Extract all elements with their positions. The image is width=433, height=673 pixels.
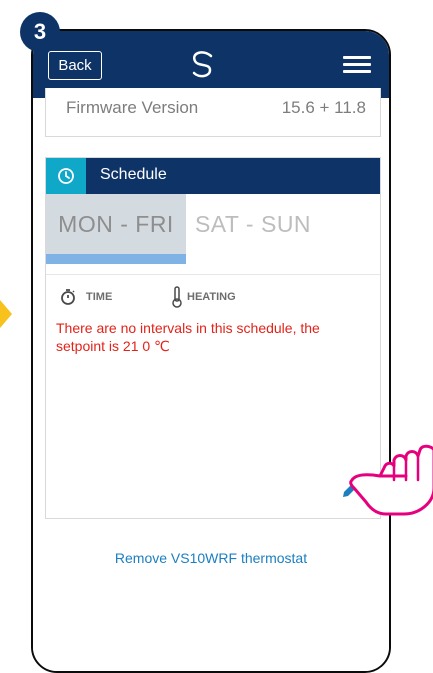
schedule-title: Schedule (100, 166, 167, 183)
s-logo-icon (192, 51, 213, 78)
tab-sat-sun[interactable]: SAT - SUN (188, 194, 318, 254)
schedule-header: Schedule (46, 158, 380, 194)
back-button[interactable]: Back (48, 51, 102, 80)
schedule-card: Schedule MON - FRI SAT - SUN TIME HEATIN… (45, 157, 381, 519)
firmware-card: Firmware Version 15.6 + 11.8 (45, 88, 381, 137)
step-number-badge: 3 (20, 12, 60, 52)
time-label: TIME (86, 291, 113, 303)
time-column-header: TIME (60, 288, 112, 306)
firmware-label: Firmware Version (66, 98, 199, 117)
pointing-hand-icon (349, 444, 433, 516)
phone-frame: Back Firmware Version 15.6 + 11.8 Schedu… (31, 29, 391, 673)
divider (46, 274, 380, 275)
active-tab-indicator (46, 254, 186, 264)
page-content: Firmware Version 15.6 + 11.8 Schedule MO… (33, 88, 389, 671)
remove-thermostat-link[interactable]: Remove VS10WRF thermostat (33, 550, 389, 566)
heating-label: HEATING (187, 291, 236, 303)
no-intervals-message: There are no intervals in this schedule,… (56, 320, 320, 354)
tab-mon-fri[interactable]: MON - FRI (46, 194, 186, 254)
thermometer-icon (172, 286, 182, 308)
hamburger-menu-icon[interactable] (343, 56, 371, 74)
schedule-icon (46, 158, 86, 194)
clock-icon (58, 168, 74, 184)
stopwatch-icon (61, 289, 75, 305)
firmware-value: 15.6 + 11.8 (281, 98, 366, 117)
heating-column-header: HEATING (171, 286, 236, 308)
tutorial-arrow-graphic (0, 300, 12, 328)
